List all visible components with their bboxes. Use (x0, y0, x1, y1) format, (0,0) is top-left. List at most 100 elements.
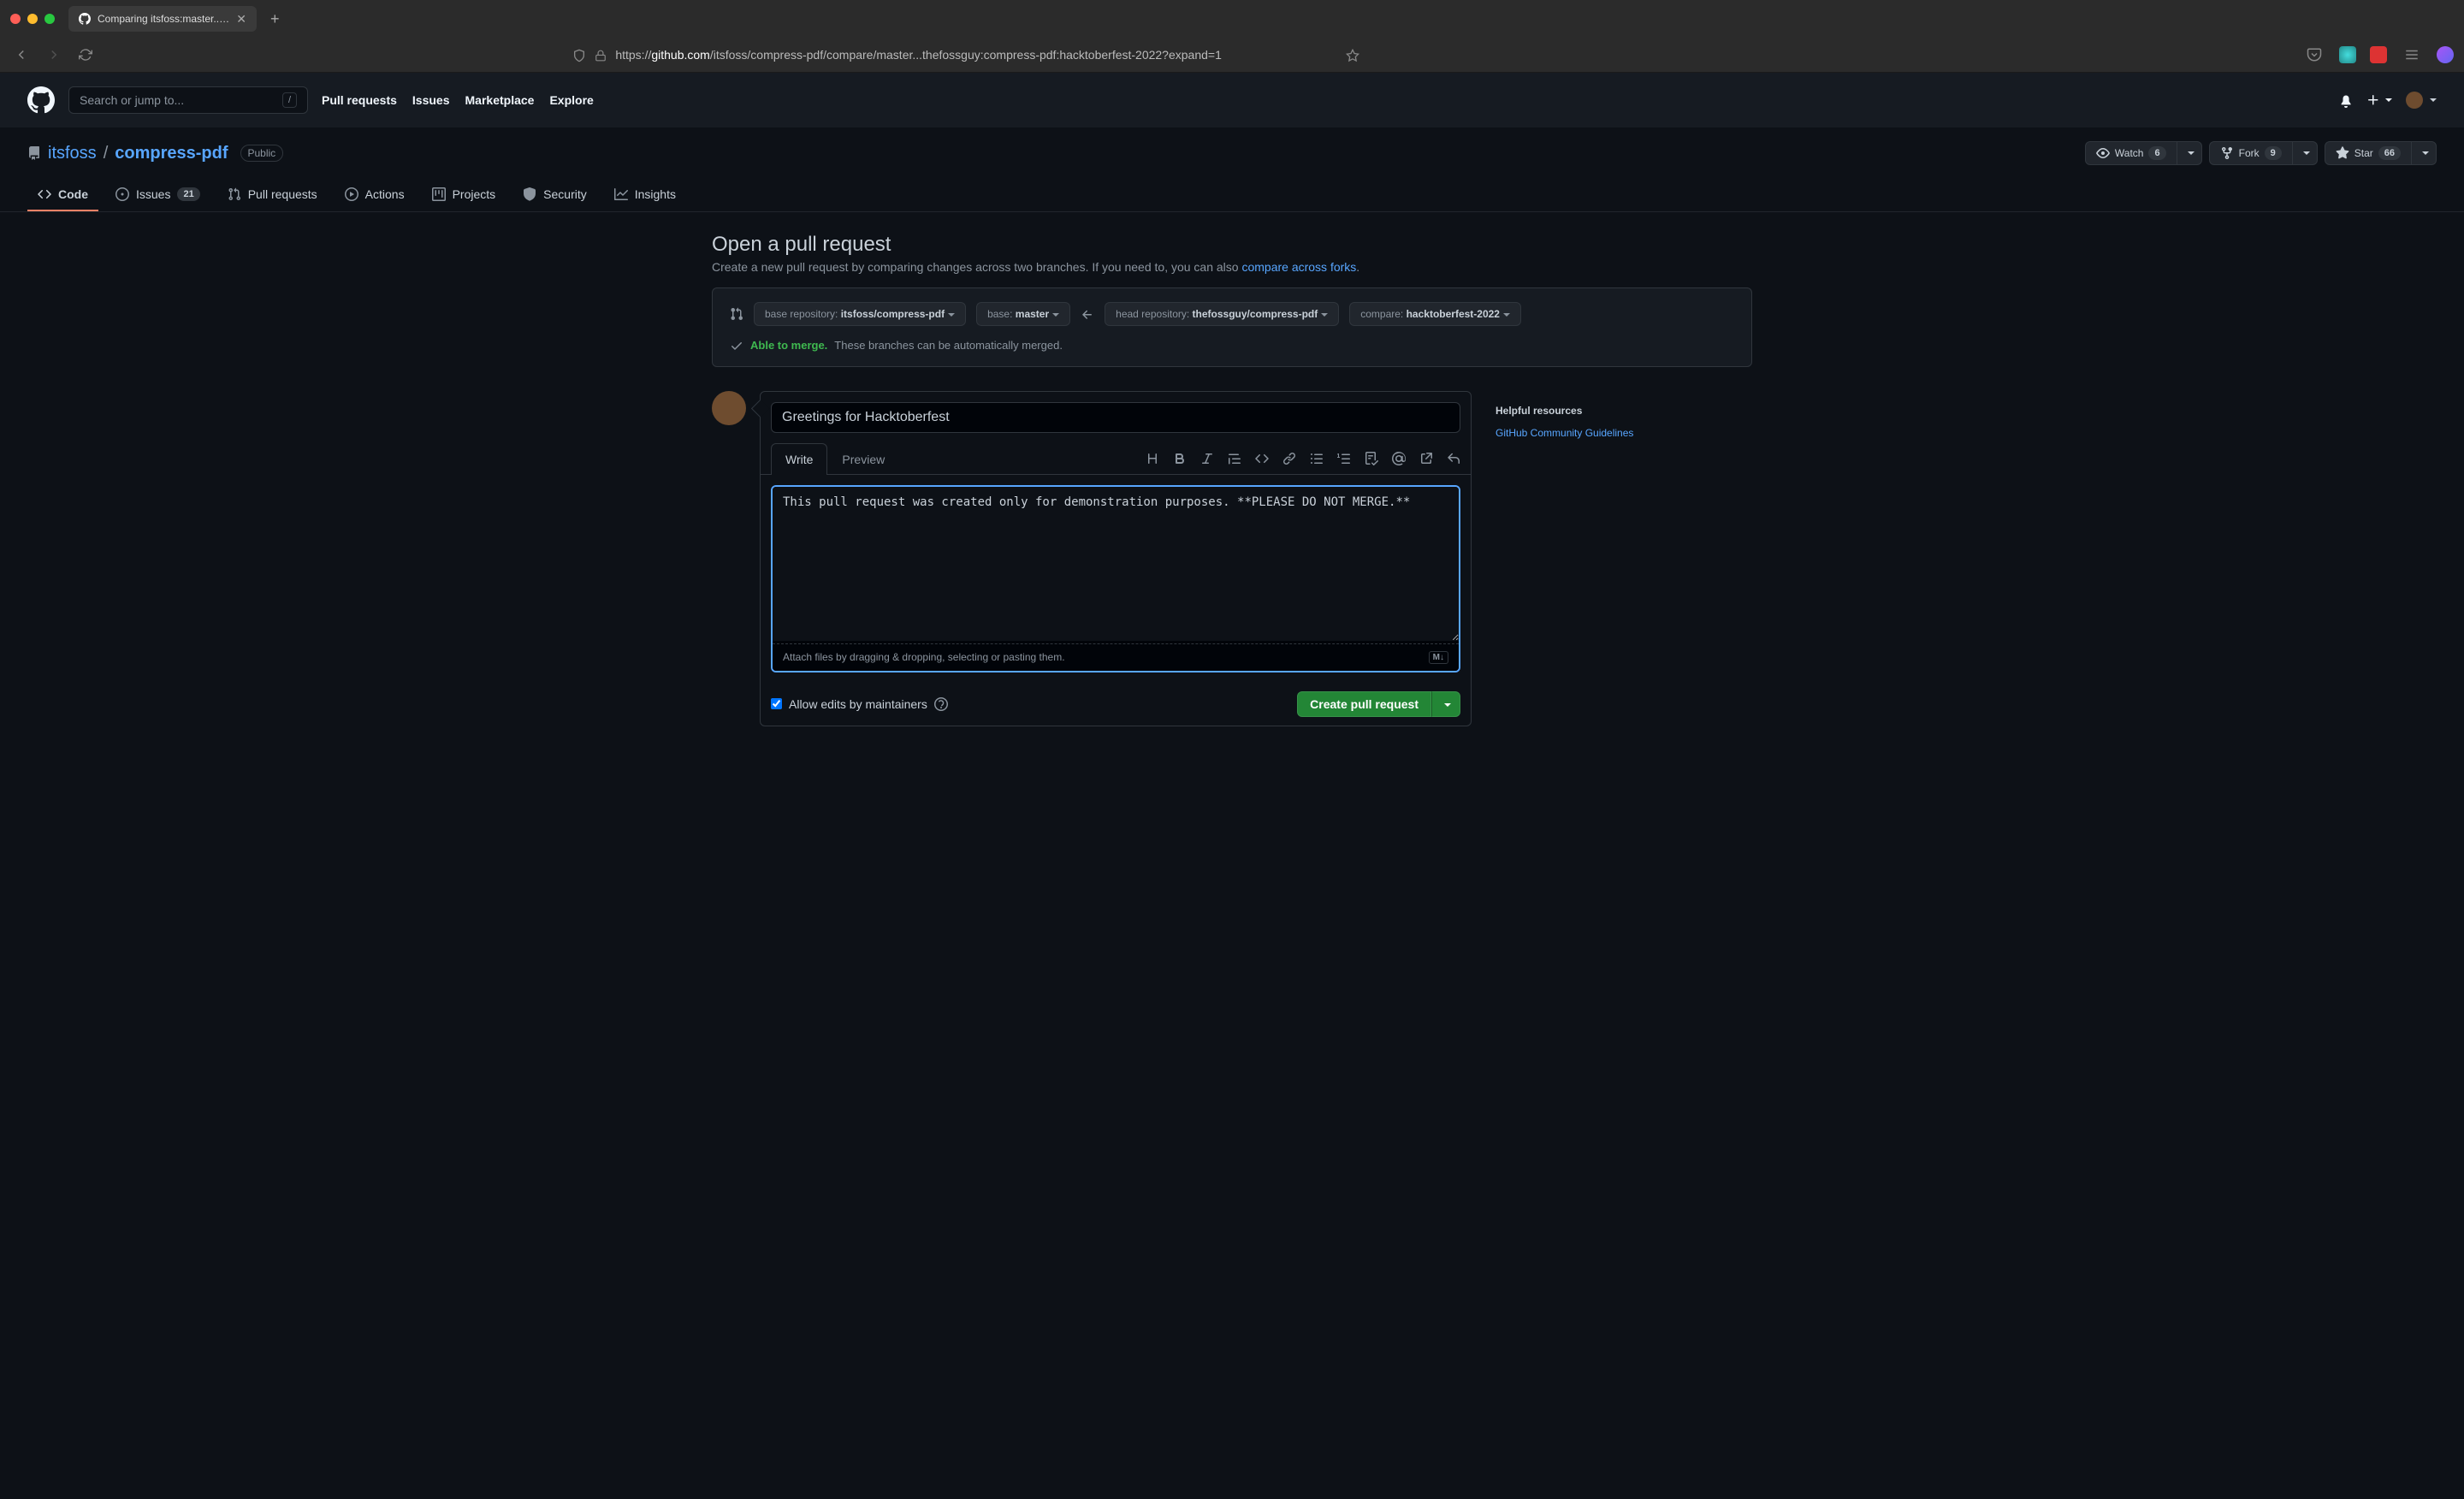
new-tab-button[interactable]: + (264, 7, 287, 32)
base-branch-select[interactable]: base: master (976, 302, 1070, 326)
watch-button[interactable]: Watch 6 (2085, 141, 2177, 165)
bullet-list-icon[interactable] (1310, 452, 1324, 465)
forward-button[interactable] (43, 44, 65, 66)
maximize-window[interactable] (44, 14, 55, 24)
allow-edits-checkbox[interactable] (771, 698, 782, 709)
search-input[interactable]: Search or jump to... / (68, 86, 308, 114)
fork-dropdown[interactable] (2293, 141, 2318, 165)
merge-status-strong: Able to merge. (750, 339, 827, 352)
base-repo-select[interactable]: base repository: itsfoss/compress-pdf (754, 302, 966, 326)
head-repo-value: thefossguy/compress-pdf (1193, 308, 1318, 320)
app-menu-icon[interactable] (2401, 44, 2423, 66)
helpful-resources-heading: Helpful resources (1496, 405, 1752, 417)
quote-icon[interactable] (1228, 452, 1241, 465)
bookmark-star-icon[interactable] (1346, 47, 1359, 62)
lock-icon[interactable] (595, 48, 607, 62)
repo-owner-link[interactable]: itsfoss (48, 144, 97, 163)
minimize-window[interactable] (27, 14, 38, 24)
pocket-icon[interactable] (2303, 44, 2325, 66)
tab-actions[interactable]: Actions (335, 179, 415, 211)
nav-issues[interactable]: Issues (412, 93, 450, 107)
extension-globe-icon[interactable] (2339, 46, 2356, 63)
pr-body-textarea[interactable] (773, 487, 1459, 641)
create-pr-dropdown[interactable] (1431, 691, 1460, 717)
github-favicon (79, 13, 91, 25)
address-bar[interactable]: https://github.com/itsfoss/compress-pdf/… (615, 48, 1337, 62)
issues-count-badge: 21 (177, 187, 199, 201)
tab-projects[interactable]: Projects (422, 179, 506, 211)
url-protocol: https:// (615, 48, 651, 62)
back-button[interactable] (10, 44, 33, 66)
community-guidelines-link[interactable]: GitHub Community Guidelines (1496, 427, 1633, 439)
star-dropdown[interactable] (2412, 141, 2437, 165)
repo-icon (27, 146, 41, 160)
profile-icon[interactable] (2437, 46, 2454, 63)
fork-button[interactable]: Fork 9 (2209, 141, 2293, 165)
compare-branches-box: base repository: itsfoss/compress-pdf ba… (712, 287, 1752, 367)
user-menu[interactable] (2406, 92, 2437, 109)
window-traffic-lights[interactable] (10, 14, 55, 24)
watch-label: Watch (2115, 147, 2144, 159)
nav-explore[interactable]: Explore (549, 93, 593, 107)
write-tab[interactable]: Write (771, 443, 827, 475)
allow-edits-label[interactable]: Allow edits by maintainers (789, 697, 927, 711)
preview-tab[interactable]: Preview (827, 443, 899, 475)
reference-icon[interactable] (1419, 452, 1433, 465)
close-tab-icon[interactable]: ✕ (236, 13, 246, 25)
create-new-dropdown[interactable] (2366, 93, 2392, 107)
search-placeholder: Search or jump to... (80, 93, 184, 107)
base-repo-label: base repository: (765, 308, 841, 320)
tab-security-label: Security (543, 187, 587, 201)
github-logo[interactable] (27, 86, 55, 114)
compare-branch-label: compare: (1360, 308, 1406, 320)
watch-count: 6 (2148, 146, 2165, 160)
repo-slash: / (104, 144, 109, 163)
watch-dropdown[interactable] (2177, 141, 2202, 165)
star-button[interactable]: Star66 (2325, 141, 2412, 165)
help-icon[interactable] (934, 696, 948, 711)
tab-insights[interactable]: Insights (604, 179, 686, 211)
compare-branch-value: hacktoberfest-2022 (1407, 308, 1500, 320)
nav-pull-requests[interactable]: Pull requests (322, 93, 397, 107)
page-subtitle: Create a new pull request by comparing c… (712, 260, 1752, 274)
italic-icon[interactable] (1200, 452, 1214, 465)
task-list-icon[interactable] (1365, 452, 1378, 465)
tab-code-label: Code (58, 187, 88, 201)
attach-hint[interactable]: Attach files by dragging & dropping, sel… (783, 651, 1065, 663)
tab-projects-label: Projects (453, 187, 496, 201)
heading-icon[interactable] (1146, 452, 1159, 465)
notifications-icon[interactable] (2339, 92, 2353, 107)
saved-reply-icon[interactable] (1447, 452, 1460, 465)
tab-actions-label: Actions (365, 187, 405, 201)
mention-icon[interactable] (1392, 452, 1406, 465)
compare-forks-link[interactable]: compare across forks (1241, 260, 1356, 274)
create-pr-button[interactable]: Create pull request (1297, 691, 1431, 717)
link-icon[interactable] (1282, 452, 1296, 465)
pr-title-input[interactable] (771, 402, 1460, 433)
repo-name-link[interactable]: compress-pdf (115, 144, 228, 163)
number-list-icon[interactable] (1337, 452, 1351, 465)
reload-button[interactable] (75, 44, 96, 65)
extension-red-icon[interactable] (2370, 46, 2387, 63)
markdown-badge-icon[interactable]: M↓ (1429, 651, 1448, 664)
avatar (2406, 92, 2423, 109)
shield-icon[interactable] (572, 47, 586, 62)
compare-branch-select[interactable]: compare: hacktoberfest-2022 (1349, 302, 1521, 326)
user-avatar[interactable] (712, 391, 746, 425)
head-repo-select[interactable]: head repository: thefossguy/compress-pdf (1105, 302, 1339, 326)
subtitle-period: . (1356, 260, 1359, 274)
fork-count: 9 (2265, 146, 2282, 160)
browser-tab[interactable]: Comparing itsfoss:master...thef... ✕ (68, 6, 257, 32)
page-title: Open a pull request (712, 233, 1752, 257)
code-icon[interactable] (1255, 452, 1269, 465)
bold-icon[interactable] (1173, 452, 1187, 465)
arrow-left-icon (1081, 306, 1094, 321)
tab-insights-label: Insights (635, 187, 676, 201)
tab-issues[interactable]: Issues21 (105, 179, 210, 211)
tab-code[interactable]: Code (27, 179, 98, 211)
close-window[interactable] (10, 14, 21, 24)
nav-marketplace[interactable]: Marketplace (465, 93, 535, 107)
fork-label: Fork (2239, 147, 2260, 159)
tab-security[interactable]: Security (512, 179, 597, 211)
tab-pull-requests[interactable]: Pull requests (217, 179, 328, 211)
